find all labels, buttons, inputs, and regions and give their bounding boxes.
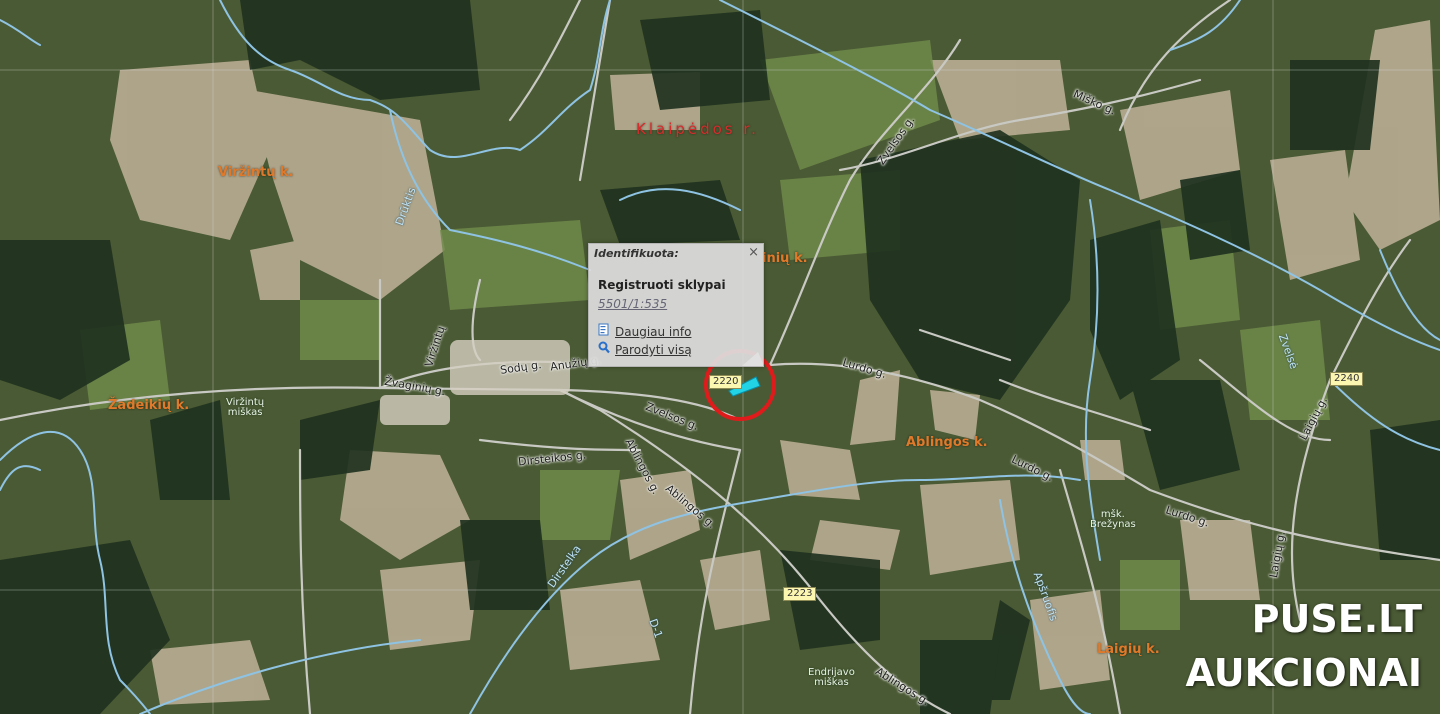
more-info-link[interactable]: Daugiau info bbox=[598, 323, 691, 339]
show-all-link[interactable]: Parodyti visą bbox=[598, 341, 692, 357]
popup-layer-name: Registruoti sklypai bbox=[598, 278, 726, 292]
watermark: PUSE.LT AUKCIONAI bbox=[1185, 592, 1422, 700]
map-canvas[interactable]: Klaipėdos r. Viržintų k. Žadeikių k. Abl… bbox=[0, 0, 1440, 714]
district-label: Klaipėdos r. bbox=[636, 120, 759, 138]
more-info-label: Daugiau info bbox=[615, 325, 692, 339]
show-all-label: Parodyti visą bbox=[615, 343, 692, 357]
village-label-ablingos: Ablingos k. bbox=[906, 435, 988, 450]
forest-label-brezyno: mšk. Brežynas bbox=[1090, 509, 1136, 530]
identify-popup: Identifikuota: × Registruoti sklypai 550… bbox=[588, 243, 764, 367]
watermark-line-1: PUSE.LT bbox=[1251, 597, 1422, 641]
village-label-zadeikiu: Žadeikių k. bbox=[108, 398, 190, 413]
forest-label-endrijavo: Endrijavo miškas bbox=[808, 667, 855, 688]
road-number-badge-2240: 2240 bbox=[1330, 372, 1364, 386]
document-icon bbox=[598, 323, 611, 339]
forest-label-virzintu: Viržintų miškas bbox=[226, 397, 265, 418]
village-label-laigiu: Laigių k. bbox=[1097, 642, 1160, 657]
watermark-line-2: AUKCIONAI bbox=[1185, 651, 1422, 695]
magnifier-icon bbox=[598, 341, 611, 357]
close-icon[interactable]: × bbox=[748, 245, 759, 260]
road-number-badge-partial: 2220 bbox=[709, 375, 743, 389]
village-label-partial: inių k. bbox=[762, 251, 808, 266]
parcel-code-link[interactable]: 5501/1:535 bbox=[598, 297, 667, 311]
road-number-badge-2223: 2223 bbox=[783, 587, 817, 601]
popup-title: Identifikuota: bbox=[594, 247, 679, 260]
village-label-virzintu: Viržintų k. bbox=[218, 165, 294, 180]
